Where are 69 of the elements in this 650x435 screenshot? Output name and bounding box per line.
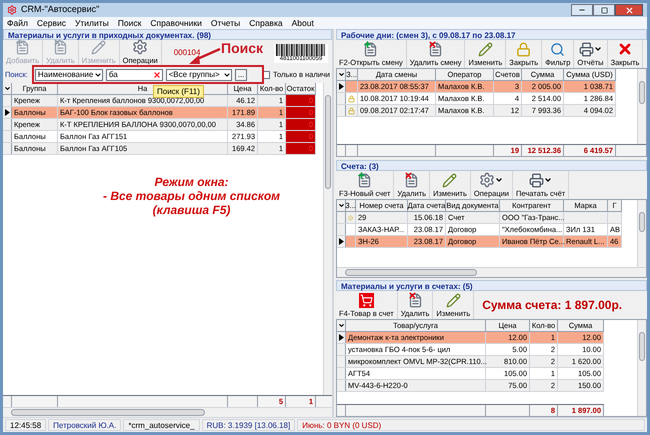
- row-pointer-icon: [338, 238, 344, 245]
- minimize-button[interactable]: [571, 4, 593, 16]
- add-document-icon: [357, 172, 372, 188]
- menu-item[interactable]: Сервис: [36, 18, 66, 28]
- pencil-icon: [442, 172, 458, 188]
- window-title: CRM-"Автосервис": [21, 3, 100, 16]
- document-number: 000104: [174, 47, 200, 59]
- vertical-scrollbar[interactable]: [637, 320, 646, 416]
- vertical-scrollbar[interactable]: [637, 200, 646, 267]
- close-icon: [617, 40, 634, 56]
- section-title: Материалы и услуги в приходных документах. (98): [3, 29, 332, 40]
- menu-item[interactable]: Справка: [249, 18, 283, 28]
- status-field: *crm_autoservice_: [123, 419, 200, 431]
- add-document-icon: [15, 40, 30, 54]
- search-input[interactable]: ба: [106, 68, 163, 80]
- menu-item[interactable]: About: [292, 18, 314, 28]
- status-field: RUB: 3.1939 [13.06.18]: [202, 419, 296, 431]
- menu-item[interactable]: Отчеты: [210, 18, 240, 28]
- pencil-icon: [91, 40, 106, 54]
- maximize-icon: [600, 6, 608, 14]
- column-menu-icon[interactable]: [338, 202, 344, 209]
- search-icon: [550, 42, 566, 56]
- maximize-button[interactable]: [593, 4, 615, 16]
- row-pointer-icon: [4, 109, 10, 116]
- delete-document-icon: [428, 42, 444, 56]
- horizontal-scrollbar[interactable]: [3, 407, 332, 417]
- menu-item[interactable]: Файл: [7, 18, 28, 28]
- section-title: Счета: (3): [336, 160, 647, 171]
- menu-item[interactable]: Поиск: [118, 18, 142, 28]
- add-document-icon: [363, 42, 378, 56]
- pencil-icon: [478, 42, 493, 56]
- caret-icon: [222, 70, 231, 78]
- delete-document-icon: [408, 292, 423, 308]
- menu-item[interactable]: Утилиты: [75, 18, 109, 28]
- search-annotation: Поиск: [221, 40, 264, 56]
- vertical-scrollbar[interactable]: [637, 69, 646, 144]
- vertical-scrollbar[interactable]: [323, 83, 332, 395]
- status-field: Июнь: 0 BYN (0 USD): [297, 419, 645, 431]
- more-button[interactable]: ...: [234, 68, 248, 80]
- caret-icon: [94, 70, 102, 78]
- section-title: Рабочие дни: (смен 3), с 09.08.17 по 23.08.17: [336, 29, 647, 40]
- column-menu-icon[interactable]: [338, 322, 344, 329]
- section-title: Материалы и услуги в счетах: (5): [336, 280, 647, 291]
- delete-document-icon: [404, 172, 420, 188]
- group-select[interactable]: <Все группы>: [166, 68, 232, 80]
- status-field: Петровский Ю.А.: [48, 419, 122, 431]
- close-button[interactable]: [615, 4, 643, 16]
- printer-icon: [529, 172, 544, 188]
- cart-icon: [358, 292, 374, 308]
- column-menu-icon[interactable]: [338, 71, 344, 78]
- delete-document-icon: [52, 40, 68, 54]
- pencil-icon: [446, 292, 461, 308]
- settings-icon: [132, 38, 148, 54]
- row-pointer-icon: [338, 83, 344, 90]
- horizontal-scrollbar[interactable]: [337, 267, 646, 277]
- clear-icon[interactable]: [152, 70, 161, 78]
- close-icon: [624, 6, 634, 14]
- settings-icon: [479, 172, 496, 188]
- app-icon: [7, 5, 17, 15]
- mode-note: Режим окна: - Все товары одним списком (клавиша F5): [103, 175, 280, 217]
- invoice-sum: Сумма счета: 1 897.00р.: [482, 297, 622, 314]
- search-field-select[interactable]: Наименование: [34, 68, 103, 80]
- menu-item[interactable]: Справочники: [150, 18, 202, 28]
- printer-icon: [578, 42, 594, 56]
- column-menu-icon[interactable]: [4, 85, 10, 92]
- row-pointer-icon: [338, 334, 344, 341]
- tooltip: Поиск (F11): [153, 85, 204, 98]
- lock-icon: [516, 42, 532, 56]
- status-field: 12:45:58: [5, 419, 46, 431]
